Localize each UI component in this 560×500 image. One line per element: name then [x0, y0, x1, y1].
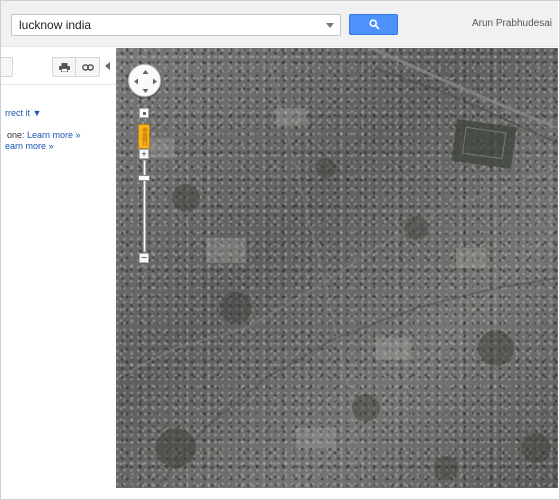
top-bar: lucknow india Arun Prabhudesai [1, 1, 558, 47]
search-input-value: lucknow india [19, 18, 92, 32]
learn-more-link-2[interactable]: earn more » [5, 141, 54, 151]
reset-view-button[interactable] [139, 108, 149, 118]
print-button[interactable] [52, 57, 76, 77]
pan-control[interactable] [128, 64, 161, 97]
learn-more-link-1[interactable]: Learn more » [27, 130, 81, 140]
panel-toolbar [1, 48, 116, 85]
pegman-icon [142, 127, 148, 146]
left-panel: rrect it ▼ one: Learn more » earn more » [1, 48, 116, 488]
link-icon [82, 64, 94, 71]
print-icon [59, 63, 70, 72]
toolbar-button-partial[interactable] [1, 57, 13, 77]
search-button[interactable] [349, 14, 398, 35]
zoom-slider-handle[interactable] [138, 174, 150, 181]
search-input[interactable]: lucknow india [11, 14, 341, 36]
pan-arrows-icon [134, 70, 157, 93]
info-line-text: one: Learn more » [7, 130, 81, 140]
satellite-map[interactable]: + – [116, 48, 558, 488]
pegman-button[interactable] [138, 124, 150, 149]
link-button[interactable] [76, 57, 100, 77]
zoom-out-button[interactable]: – [139, 253, 149, 263]
user-name[interactable]: Arun Prabhudesai [472, 18, 552, 29]
chevron-down-icon[interactable] [326, 23, 334, 28]
report-problem-link[interactable]: rrect it ▼ [5, 108, 41, 118]
info-line-label: one: [7, 130, 28, 140]
collapse-panel-icon[interactable] [105, 62, 110, 70]
zoom-in-button[interactable]: + [139, 149, 149, 159]
satellite-imagery [116, 48, 558, 488]
search-icon [369, 19, 380, 30]
